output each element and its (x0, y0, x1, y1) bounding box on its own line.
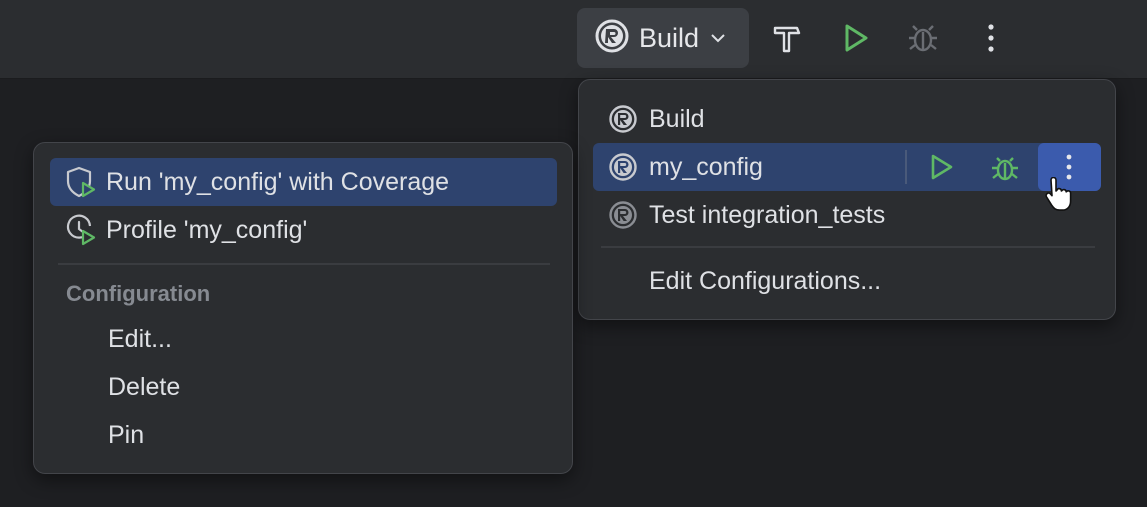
hand-cursor-icon (1043, 176, 1073, 218)
config-item-label: my_config (649, 152, 763, 181)
run-with-coverage-item[interactable]: Run 'my_config' with Coverage (50, 158, 557, 206)
divider (58, 263, 550, 265)
config-item-build[interactable]: Build (609, 95, 1099, 143)
pin-label: Pin (108, 420, 145, 449)
run-config-selector[interactable]: Build (577, 8, 749, 68)
rust-icon (595, 19, 629, 58)
more-vertical-icon[interactable] (971, 18, 1011, 58)
run-config-label: Build (639, 22, 700, 53)
edit-label: Edit... (108, 324, 172, 353)
section-title-configuration: Configuration (66, 281, 211, 306)
divider (601, 246, 1095, 248)
profile-item[interactable]: Profile 'my_config' (66, 206, 556, 254)
edit-item[interactable]: Edit... (108, 315, 548, 363)
run-icon[interactable] (927, 153, 955, 181)
config-actions-popup: Run 'my_config' with Coverage Profile 'm… (33, 142, 573, 474)
rust-icon (609, 105, 637, 133)
config-item-my-config[interactable]: my_config (593, 143, 1101, 191)
pin-item[interactable]: Pin (108, 411, 548, 459)
main-toolbar: Build (0, 0, 1147, 79)
delete-item[interactable]: Delete (108, 363, 548, 411)
run-configurations-popup: Build my_config Test integration_tests E… (578, 79, 1116, 320)
profiler-icon (66, 214, 96, 246)
run-icon[interactable] (835, 18, 875, 58)
edit-configurations-label: Edit Configurations... (649, 266, 882, 295)
debug-icon[interactable] (903, 18, 943, 58)
divider (905, 150, 907, 184)
edit-configurations-item[interactable]: Edit Configurations... (649, 257, 1089, 305)
run-with-coverage-label: Run 'my_config' with Coverage (106, 167, 450, 196)
delete-label: Delete (108, 372, 181, 401)
rust-icon (609, 153, 637, 181)
config-item-label: Test integration_tests (649, 200, 886, 229)
profile-label: Profile 'my_config' (106, 215, 308, 244)
chevron-down-icon (709, 29, 727, 47)
config-item-test-integration[interactable]: Test integration_tests (609, 191, 1099, 239)
config-item-label: Build (649, 104, 705, 133)
hammer-icon[interactable] (767, 18, 807, 58)
rust-test-icon (609, 201, 637, 229)
coverage-icon (66, 166, 96, 198)
debug-icon[interactable] (989, 152, 1021, 184)
